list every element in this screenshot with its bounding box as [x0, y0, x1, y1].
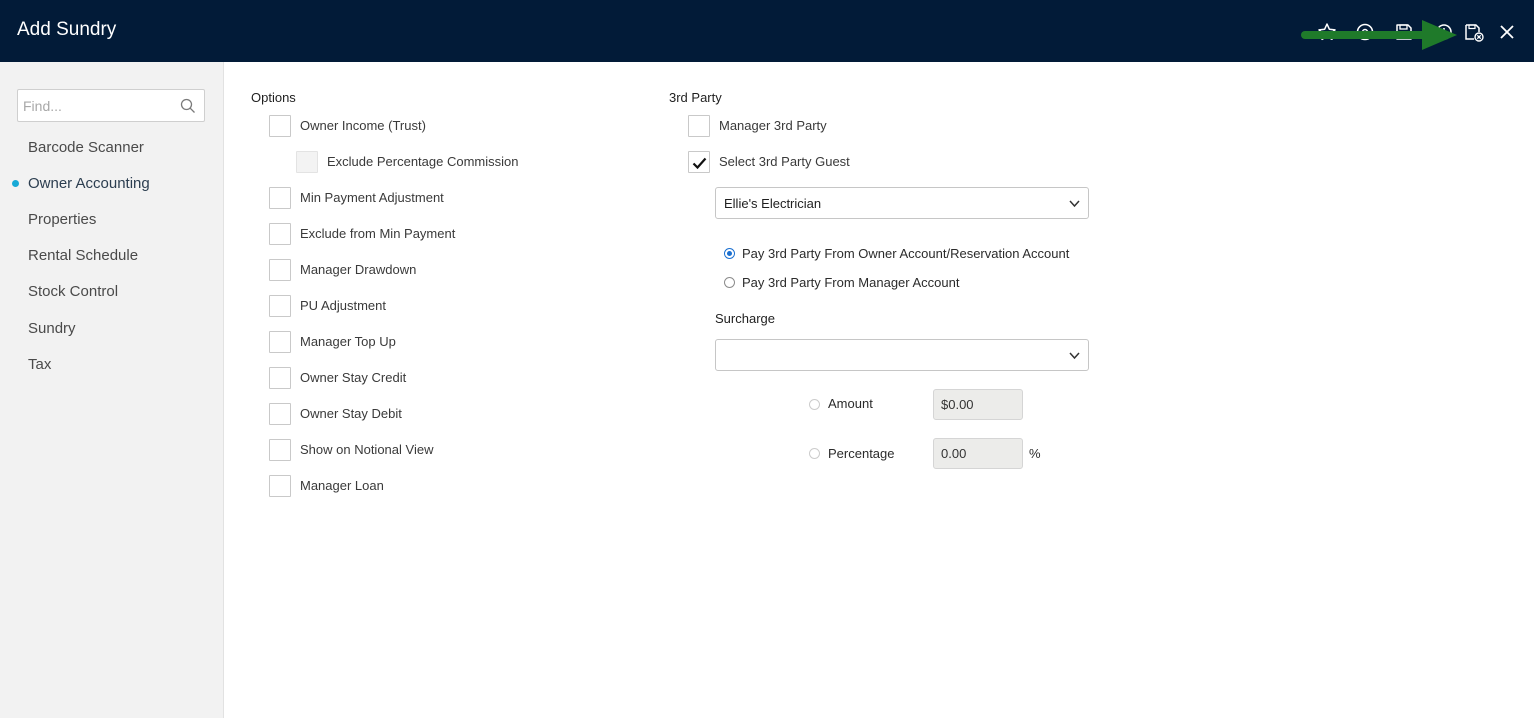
sidebar-item-properties[interactable]: Properties: [28, 211, 96, 228]
owner-stay-debit-checkbox[interactable]: [269, 403, 291, 425]
exclude-from-min-payment-label: Exclude from Min Payment: [300, 226, 456, 241]
pu-adjustment-label: PU Adjustment: [300, 298, 386, 313]
guest-select-value: Ellie's Electrician: [724, 196, 822, 211]
min-payment-adjustment-label: Min Payment Adjustment: [300, 190, 444, 205]
save-icon[interactable]: [1393, 21, 1415, 43]
exclude-percentage-commission-checkbox: [296, 151, 318, 173]
sidebar-item-sundry[interactable]: Sundry: [28, 320, 76, 337]
sidebar-item-tax[interactable]: Tax: [28, 356, 51, 373]
active-indicator-dot: [12, 180, 19, 187]
min-payment-adjustment-checkbox[interactable]: [269, 187, 291, 209]
show-on-notional-view-checkbox[interactable]: [269, 439, 291, 461]
percentage-field[interactable]: [933, 438, 1023, 469]
search-icon[interactable]: [180, 98, 196, 114]
manager-drawdown-label: Manager Drawdown: [300, 262, 417, 277]
help-icon[interactable]: [1354, 21, 1376, 43]
guest-select[interactable]: Ellie's Electrician: [715, 187, 1089, 219]
sidebar: Barcode Scanner Owner Accounting Propert…: [0, 62, 224, 718]
exclude-from-min-payment-checkbox[interactable]: [269, 223, 291, 245]
percentage-label: Percentage: [828, 446, 895, 461]
amount-radio[interactable]: [809, 399, 820, 410]
owner-stay-credit-label: Owner Stay Credit: [300, 370, 407, 385]
pay-from-manager-radio[interactable]: [724, 277, 735, 288]
manager-loan-checkbox[interactable]: [269, 475, 291, 497]
owner-income-trust-checkbox[interactable]: [269, 115, 291, 137]
manager-top-up-label: Manager Top Up: [300, 334, 396, 349]
select-3rd-party-guest-label: Select 3rd Party Guest: [719, 154, 850, 169]
manager-3rd-party-label: Manager 3rd Party: [719, 118, 827, 133]
save-close-icon[interactable]: [1463, 21, 1485, 43]
amount-label: Amount: [828, 396, 873, 411]
percent-sign: %: [1029, 446, 1041, 461]
amount-field[interactable]: [933, 389, 1023, 420]
percentage-radio[interactable]: [809, 448, 820, 459]
percentage-input[interactable]: [934, 439, 1022, 468]
sidebar-item-owner-accounting[interactable]: Owner Accounting: [28, 175, 150, 192]
exclude-percentage-commission-label: Exclude Percentage Commission: [327, 154, 519, 169]
manager-3rd-party-checkbox[interactable]: [688, 115, 710, 137]
pay-from-owner-radio[interactable]: [724, 248, 735, 259]
surcharge-select[interactable]: [715, 339, 1089, 371]
third-party-heading: 3rd Party: [669, 90, 722, 105]
amount-input[interactable]: [934, 390, 1022, 419]
select-3rd-party-guest-checkbox[interactable]: [688, 151, 710, 173]
show-on-notional-view-label: Show on Notional View: [300, 442, 434, 457]
owner-income-trust-label: Owner Income (Trust): [300, 118, 426, 133]
history-icon[interactable]: [1433, 21, 1455, 43]
manager-drawdown-checkbox[interactable]: [269, 259, 291, 281]
owner-stay-credit-checkbox[interactable]: [269, 367, 291, 389]
header-bar: Add Sundry: [0, 0, 1534, 62]
pay-from-manager-label: Pay 3rd Party From Manager Account: [742, 275, 960, 290]
sidebar-item-barcode-scanner[interactable]: Barcode Scanner: [28, 139, 144, 156]
checkmark-icon: [692, 157, 707, 170]
pu-adjustment-checkbox[interactable]: [269, 295, 291, 317]
star-icon[interactable]: [1316, 21, 1338, 43]
search-box: [17, 89, 205, 122]
surcharge-label: Surcharge: [715, 311, 775, 326]
chevron-down-icon: [1069, 352, 1080, 360]
page-title: Add Sundry: [17, 19, 117, 40]
chevron-down-icon: [1069, 200, 1080, 208]
manager-top-up-checkbox[interactable]: [269, 331, 291, 353]
pay-from-owner-label: Pay 3rd Party From Owner Account/Reserva…: [742, 246, 1070, 261]
sidebar-item-rental-schedule[interactable]: Rental Schedule: [28, 247, 138, 264]
sidebar-item-stock-control[interactable]: Stock Control: [28, 283, 118, 300]
close-icon[interactable]: [1496, 21, 1518, 43]
manager-loan-label: Manager Loan: [300, 478, 384, 493]
options-heading: Options: [251, 90, 296, 105]
search-input[interactable]: [18, 90, 178, 121]
owner-stay-debit-label: Owner Stay Debit: [300, 406, 402, 421]
